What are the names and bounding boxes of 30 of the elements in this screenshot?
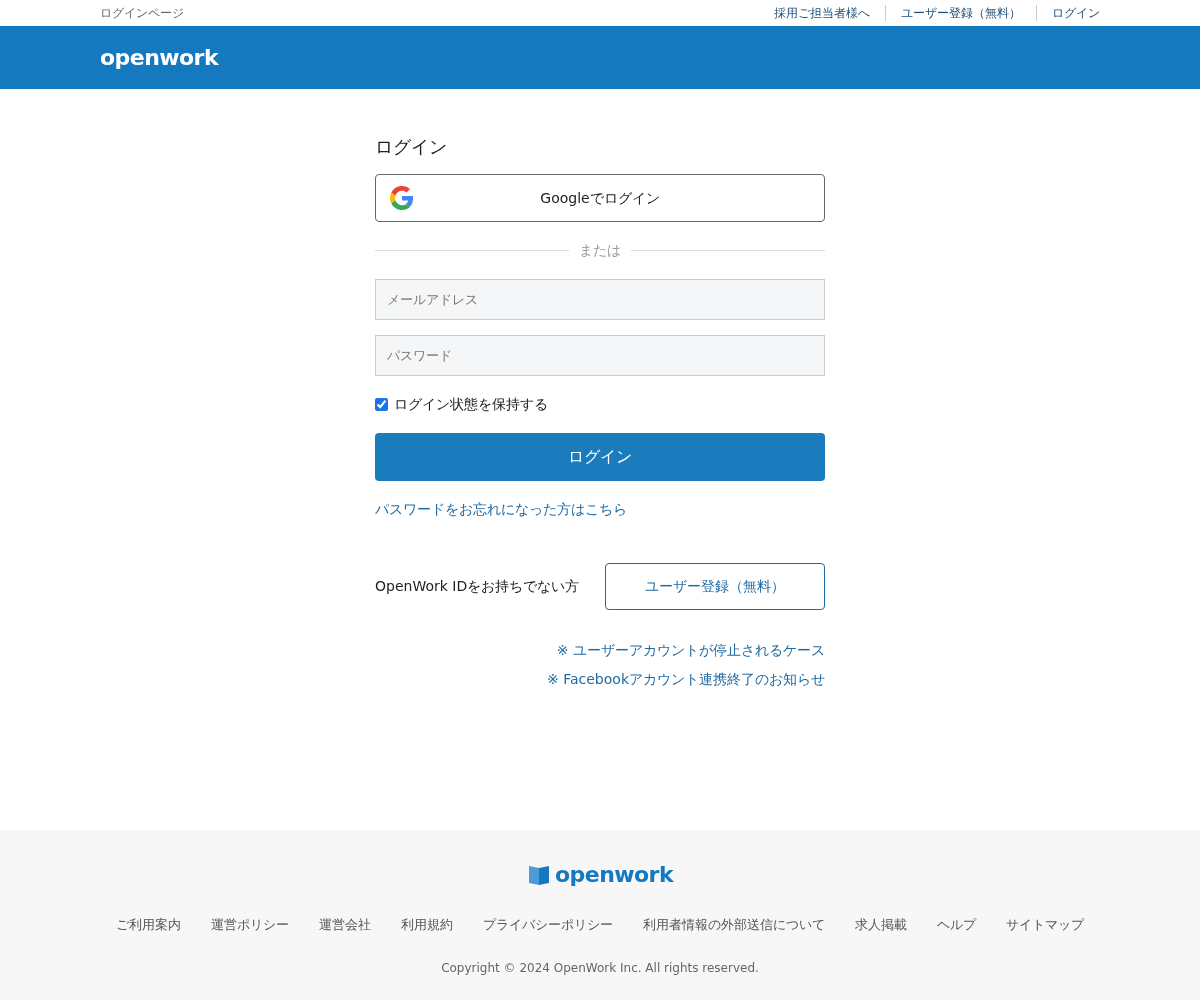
password-field[interactable]: パスワード <box>375 335 825 376</box>
footer-link[interactable]: 利用規約 <box>401 915 453 935</box>
remember-checkbox[interactable] <box>375 398 388 411</box>
login-title: ログイン <box>375 135 448 159</box>
login-button[interactable]: ログイン <box>375 433 825 481</box>
footer-link[interactable]: 求人掲載 <box>855 915 907 935</box>
page-label: ログインページ <box>100 5 184 22</box>
footer-link[interactable]: 運営会社 <box>319 915 371 935</box>
logo[interactable]: openwork <box>100 45 218 70</box>
google-login-button[interactable]: Googleでログイン <box>375 174 825 222</box>
email-field[interactable]: メールアドレス <box>375 279 825 320</box>
copyright: Copyright © 2024 OpenWork Inc. All rights reserved. <box>441 959 759 977</box>
remember-label: ログイン状態を保持する <box>394 395 548 414</box>
footer-link[interactable]: サイトマップ <box>1006 915 1084 935</box>
top-nav-link[interactable]: ユーザー登録（無料） <box>901 4 1021 22</box>
google-g-icon <box>390 186 414 210</box>
footer-logo[interactable]: openwork <box>555 858 673 891</box>
footer-link[interactable]: 運営ポリシー <box>211 915 289 935</box>
forgot-password-link[interactable]: パスワードをお忘れになった方はこちら <box>375 501 627 517</box>
notice-link[interactable]: ※ ユーザーアカウントが停止されるケース <box>556 640 825 661</box>
footer-link[interactable]: ヘルプ <box>937 915 976 935</box>
footer-link[interactable]: プライバシーポリシー <box>483 915 613 935</box>
top-nav-link[interactable]: 採用ご担当者様へ <box>774 4 870 22</box>
footer-link[interactable]: ご利用案内 <box>116 915 181 935</box>
register-prompt: OpenWork IDをお持ちでない方 <box>375 577 580 596</box>
top-nav-link[interactable]: ログイン <box>1052 4 1100 22</box>
divider-label: または <box>579 241 621 260</box>
register-button[interactable]: ユーザー登録（無料） <box>605 563 825 610</box>
footer-link[interactable]: 利用者情報の外部送信について <box>643 915 825 935</box>
notice-link[interactable]: ※ Facebookアカウント連携終了のお知らせ <box>547 669 825 690</box>
